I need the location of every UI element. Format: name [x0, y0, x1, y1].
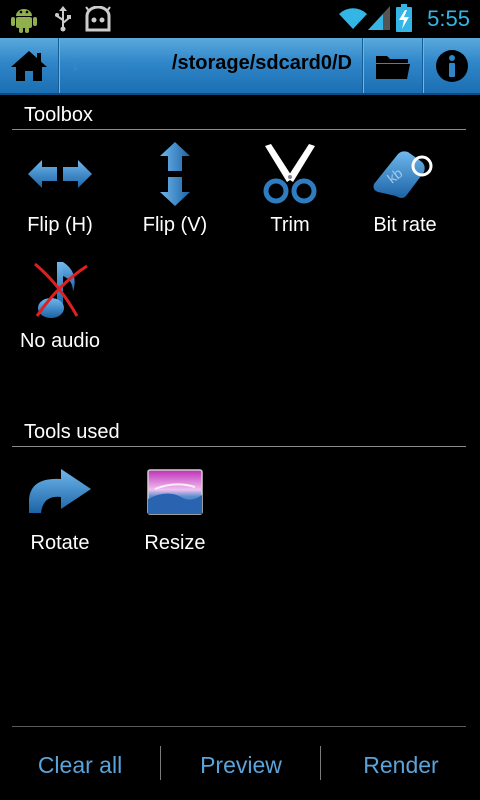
cyanogenmod-icon	[85, 6, 111, 32]
preview-button[interactable]: Preview	[161, 746, 321, 784]
tool-label: Bit rate	[373, 214, 437, 236]
usb-icon	[55, 6, 71, 32]
action-bar: ⇂ /storage/sdcard0/D	[0, 38, 480, 95]
status-bar: 5:55	[0, 0, 480, 38]
toolbox-divider	[12, 129, 466, 130]
tool-label: Resize	[144, 532, 206, 554]
tool-bit-rate[interactable]: kb Bit rate	[348, 142, 462, 252]
render-button[interactable]: Render	[321, 746, 480, 784]
flip-horizontal-icon	[3, 142, 117, 206]
clear-all-button[interactable]: Clear all	[0, 746, 160, 784]
android-robot-icon	[11, 9, 37, 33]
tool-no-audio[interactable]: No audio	[3, 258, 117, 368]
tool-resize[interactable]: Resize	[118, 460, 232, 570]
path-scroll-indicator: ⇂	[68, 58, 82, 75]
battery-charging-icon	[396, 4, 412, 32]
tool-flip-vertical[interactable]: Flip (V)	[118, 142, 232, 252]
action-bar-divider	[58, 38, 59, 93]
tool-label: No audio	[19, 330, 101, 352]
signal-icon	[368, 6, 390, 30]
rotate-icon	[3, 460, 117, 524]
tools-used-title: Tools used	[24, 421, 120, 443]
scissors-icon	[233, 142, 347, 206]
bottom-bar-divider	[12, 726, 466, 727]
tool-trim[interactable]: Trim	[233, 142, 347, 252]
flip-vertical-icon	[118, 142, 232, 206]
info-button[interactable]	[424, 38, 480, 93]
home-icon	[11, 50, 47, 81]
home-button[interactable]	[0, 38, 58, 93]
tools-used-divider	[12, 446, 466, 447]
folder-icon	[376, 55, 410, 79]
resize-image-icon	[118, 460, 232, 524]
wifi-icon	[339, 8, 367, 29]
tool-flip-horizontal[interactable]: Flip (H)	[3, 142, 117, 252]
action-bar-divider	[422, 38, 423, 93]
tool-label: Flip (V)	[142, 214, 208, 236]
bitrate-tag-icon: kb	[348, 142, 462, 206]
tool-label: Trim	[270, 214, 310, 236]
action-bar-divider	[362, 38, 363, 93]
info-icon	[436, 49, 468, 82]
folder-button[interactable]	[364, 38, 422, 93]
tool-rotate[interactable]: Rotate	[3, 460, 117, 570]
toolbox-title: Toolbox	[24, 104, 93, 126]
path-label[interactable]: /storage/sdcard0/D	[90, 52, 352, 75]
no-audio-icon	[3, 258, 117, 322]
status-time: 5:55	[427, 6, 470, 31]
